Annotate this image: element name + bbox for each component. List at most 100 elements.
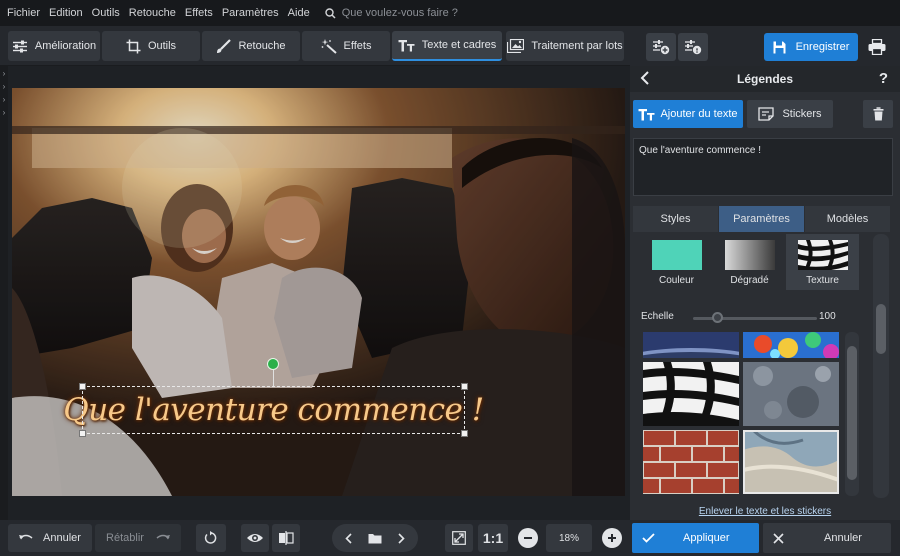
panel-scrollbar[interactable] (873, 234, 889, 498)
redo-label: Rétablir (106, 532, 144, 544)
batch-add-button[interactable] (646, 33, 676, 61)
menu-edition[interactable]: Edition (49, 7, 83, 19)
rotate-handle[interactable] (267, 358, 279, 370)
minus-icon (523, 533, 533, 543)
stickers-label: Stickers (782, 108, 822, 120)
gradient-swatch (724, 240, 775, 270)
tab-retouche[interactable]: Retouche (202, 31, 300, 61)
chevron-right-icon[interactable]: › (0, 68, 8, 78)
fill-option-label: Dégradé (730, 275, 769, 286)
resize-handle-bottom-left[interactable] (79, 430, 86, 437)
texture-marble[interactable] (743, 430, 839, 494)
preview-button[interactable] (241, 524, 269, 552)
fill-option-label: Couleur (658, 275, 695, 286)
print-button[interactable] (862, 33, 892, 61)
search-icon (325, 7, 336, 19)
chevron-right-icon[interactable]: › (0, 94, 8, 104)
texture-scrollbar[interactable] (845, 332, 859, 496)
rotate-button[interactable] (196, 524, 226, 552)
tab-label: Texte et cadres (421, 39, 497, 51)
brush-icon (216, 38, 232, 54)
panel-title: Légendes (736, 72, 793, 86)
remove-text-stickers-link[interactable]: Enlever le texte et les stickers (630, 506, 900, 517)
fill-option-texture[interactable]: Texture (786, 234, 859, 290)
actual-size-button[interactable]: 1:1 (478, 524, 508, 552)
fill-option-couleur[interactable]: Couleur (640, 234, 713, 290)
cancel-button[interactable]: Annuler (763, 523, 891, 553)
scale-label: Echelle (641, 311, 674, 322)
scrollbar-thumb[interactable] (847, 346, 857, 480)
caption-selection-box[interactable] (79, 383, 468, 437)
expand-icon (452, 531, 466, 545)
fill-option-degrade[interactable]: Dégradé (713, 234, 786, 290)
batch-settings-button[interactable] (678, 33, 708, 61)
texture-psychedelic[interactable] (743, 332, 839, 358)
chevron-left-icon[interactable] (345, 532, 352, 544)
resize-handle-bottom-right[interactable] (461, 430, 468, 437)
scale-slider-handle[interactable] (712, 312, 724, 323)
help-button[interactable]: ? (879, 70, 888, 87)
panel-sub-tabs: Styles Paramètres Modèles (633, 206, 891, 232)
texture-planet[interactable] (643, 332, 739, 358)
color-swatch (651, 240, 702, 270)
chevron-right-icon[interactable]: › (0, 107, 8, 117)
resize-handle-top-left[interactable] (79, 383, 86, 390)
magic-wand-icon (321, 38, 337, 54)
menu-parametres[interactable]: Paramètres (222, 7, 279, 19)
fit-to-screen-button[interactable] (445, 524, 473, 552)
captions-panel: Légendes ? Ajouter du texte Stickers Que… (630, 66, 900, 520)
search-box (325, 7, 502, 19)
tab-modeles[interactable]: Modèles (805, 206, 891, 232)
menu-retouche[interactable]: Retouche (129, 7, 176, 19)
sticker-icon (758, 107, 775, 121)
zoom-value[interactable]: 18% (546, 524, 592, 552)
tab-parametres[interactable]: Paramètres (719, 206, 805, 232)
search-input[interactable] (341, 7, 502, 19)
chevron-right-icon[interactable] (398, 532, 405, 544)
fill-type-selector: Couleur Dégradé Texture (640, 234, 860, 290)
texture-stone[interactable] (743, 362, 839, 426)
undo-label: Annuler (43, 532, 81, 544)
menu-outils[interactable]: Outils (92, 7, 120, 19)
chevron-right-icon[interactable]: › (0, 81, 8, 91)
texture-zebra[interactable] (643, 362, 739, 426)
zoom-in-button[interactable] (602, 528, 622, 548)
add-text-button[interactable]: Ajouter du texte (633, 100, 743, 128)
tab-amelioration[interactable]: Amélioration (8, 31, 100, 61)
tab-traitement-par-lots[interactable]: Traitement par lots (506, 31, 624, 61)
apply-button[interactable]: Appliquer (632, 523, 759, 553)
compare-button[interactable] (272, 524, 300, 552)
menu-effets[interactable]: Effets (185, 7, 213, 19)
texture-brick[interactable] (643, 430, 739, 494)
sliders-info-icon (684, 39, 702, 55)
tab-outils[interactable]: Outils (102, 31, 200, 61)
plus-icon (607, 533, 617, 543)
zoom-out-button[interactable] (518, 528, 538, 548)
menu-bar: Fichier Edition Outils Retouche Effets P… (0, 0, 900, 26)
canvas-area: Que l'aventure commence ! (8, 66, 630, 520)
delete-button[interactable] (863, 100, 893, 128)
cancel-label: Annuler (824, 532, 862, 544)
tab-effets[interactable]: Effets (302, 31, 390, 61)
tab-styles[interactable]: Styles (633, 206, 719, 232)
top-actions: Enregistrer (630, 26, 900, 66)
menu-fichier[interactable]: Fichier (7, 7, 40, 19)
text-icon (398, 39, 415, 52)
tab-texte-et-cadres[interactable]: Texte et cadres (392, 31, 502, 61)
rotation-line (273, 370, 274, 386)
stickers-button[interactable]: Stickers (747, 100, 833, 128)
photo-canvas[interactable]: Que l'aventure commence ! (12, 88, 625, 496)
undo-button[interactable]: Annuler (8, 524, 92, 552)
tab-label: Effets (343, 40, 372, 52)
redo-button[interactable]: Rétablir (95, 524, 181, 552)
printer-icon (868, 39, 886, 55)
scrollbar-thumb[interactable] (876, 304, 886, 354)
resize-handle-top-right[interactable] (461, 383, 468, 390)
folder-icon[interactable] (368, 533, 382, 544)
menu-aide[interactable]: Aide (288, 7, 310, 19)
image-navigator (332, 524, 418, 552)
save-button[interactable]: Enregistrer (764, 33, 858, 61)
back-arrow-icon[interactable] (640, 71, 650, 85)
tab-label: Traitement par lots (531, 40, 623, 52)
caption-text-field[interactable]: Que l'aventure commence ! (633, 138, 893, 196)
